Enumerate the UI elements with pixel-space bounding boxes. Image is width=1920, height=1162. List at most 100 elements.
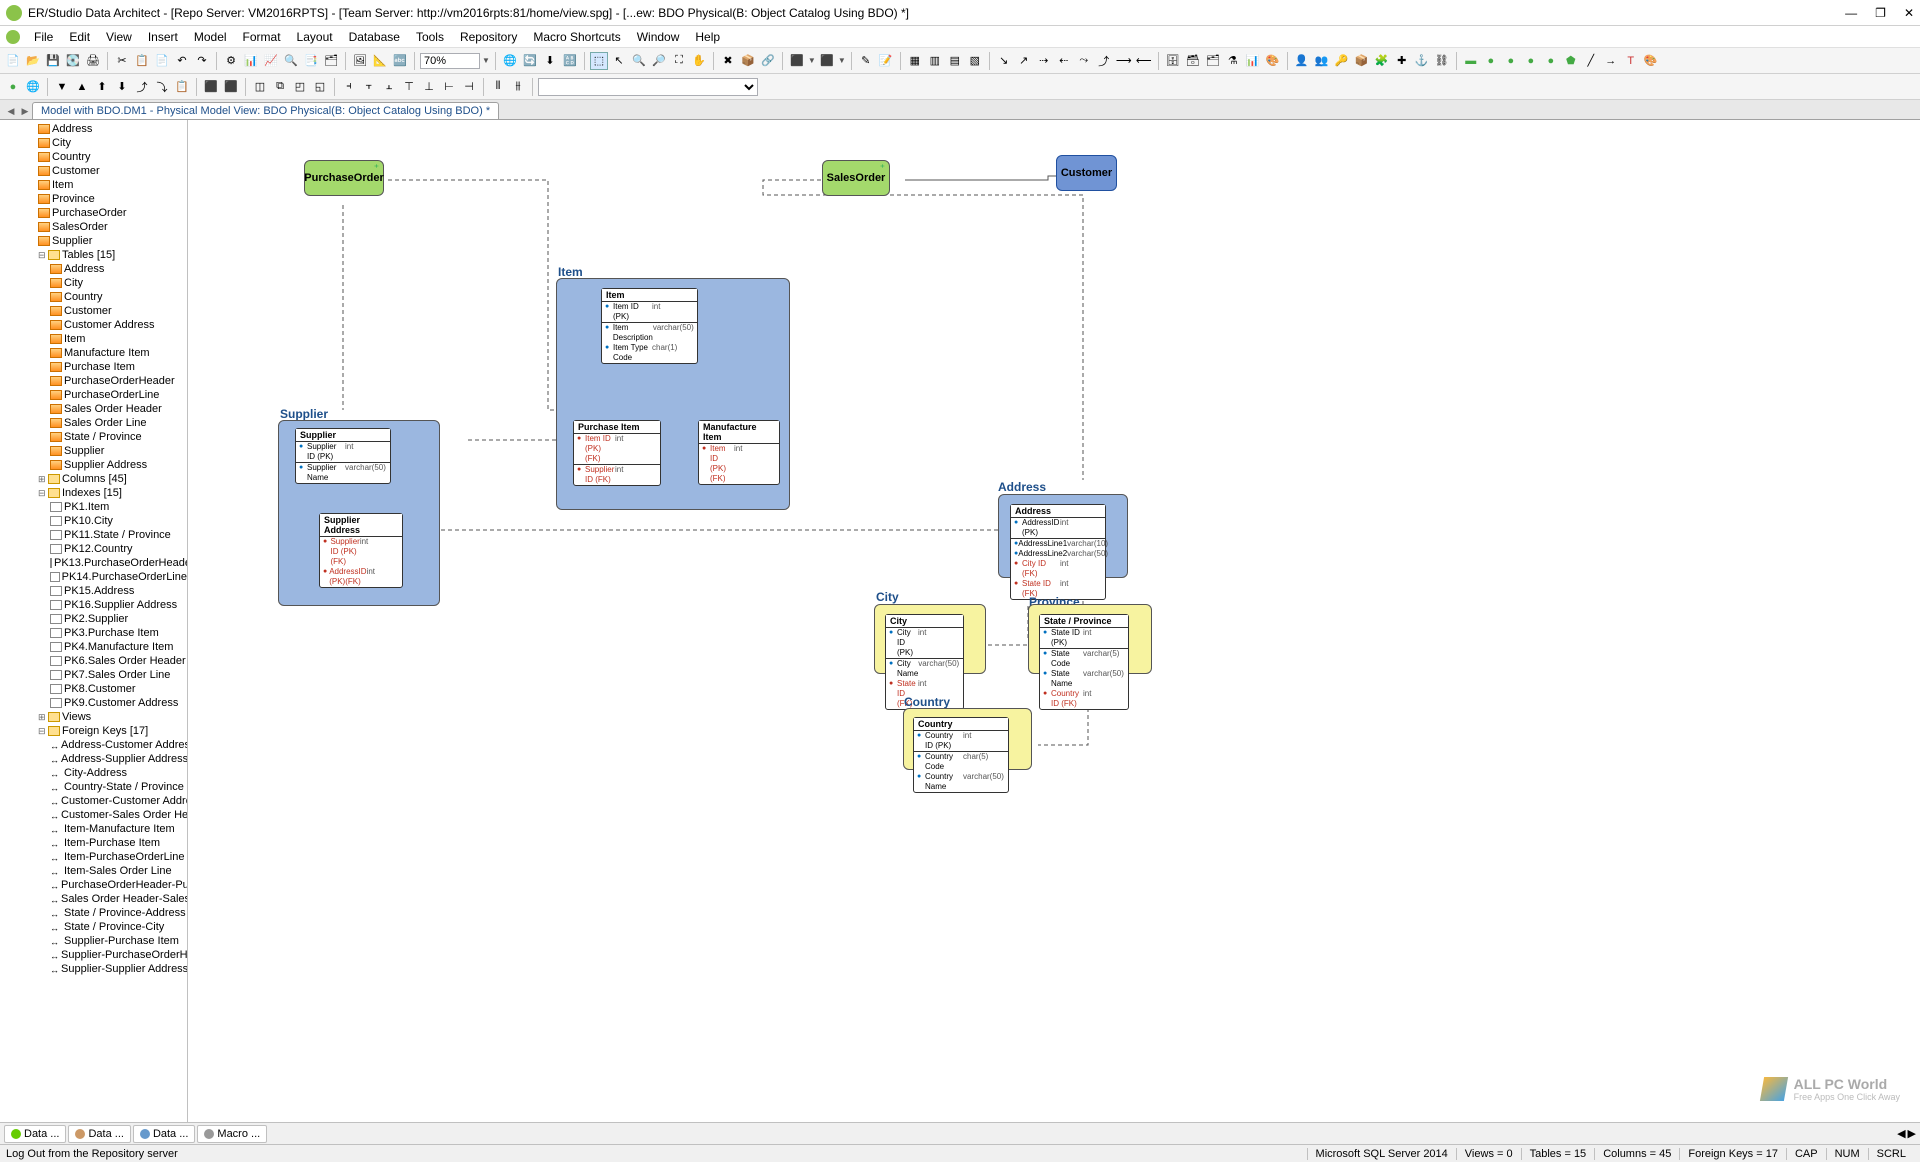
bottom-tab-data-1[interactable]: Data ... bbox=[4, 1125, 66, 1143]
tool-icon[interactable]: 🔗 bbox=[759, 52, 777, 70]
menu-model[interactable]: Model bbox=[188, 28, 233, 46]
refresh-icon[interactable]: 🔄 bbox=[521, 52, 539, 70]
tool-icon[interactable]: 🔑 bbox=[1333, 52, 1351, 70]
repo-icon[interactable]: ▼ bbox=[53, 78, 71, 96]
undo-icon[interactable]: ↶ bbox=[173, 52, 191, 70]
align-icon[interactable]: ⫟ bbox=[360, 78, 378, 96]
tree-item[interactable]: Supplier-Supplier Address bbox=[38, 962, 187, 976]
tree-item[interactable]: Customer-Sales Order Header bbox=[38, 808, 187, 822]
tool-icon[interactable]: 📊 bbox=[242, 52, 260, 70]
zoom-dropdown-icon[interactable]: ▼ bbox=[482, 56, 490, 65]
save-icon[interactable]: 💾 bbox=[44, 52, 62, 70]
repo-icon[interactable]: ⤴ bbox=[133, 78, 151, 96]
repo-icon[interactable]: 📋 bbox=[173, 78, 191, 96]
tree-item[interactable]: PK16.Supplier Address bbox=[38, 598, 187, 612]
align-icon[interactable]: ⊣ bbox=[460, 78, 478, 96]
entity-supplier-address[interactable]: Supplier Address ●Supplier ID (PK)(FK)in… bbox=[319, 513, 403, 588]
tree-item[interactable]: Address bbox=[38, 262, 187, 276]
bdo-customer[interactable]: Customer bbox=[1056, 155, 1117, 191]
shape-icon[interactable]: ● bbox=[1522, 52, 1540, 70]
bdo-purchase-order[interactable]: ⁺ PurchaseOrder bbox=[304, 160, 384, 196]
tool-icon[interactable]: ⚙ bbox=[222, 52, 240, 70]
open-icon[interactable]: 📂 bbox=[24, 52, 42, 70]
tool-icon[interactable]: 🗂 bbox=[322, 52, 340, 70]
globe-icon[interactable]: 🌐 bbox=[501, 52, 519, 70]
tree-item[interactable]: PurchaseOrder bbox=[38, 206, 187, 220]
shape-icon[interactable]: ⬟ bbox=[1562, 52, 1580, 70]
minimize-button[interactable]: — bbox=[1845, 6, 1857, 20]
relation-icon[interactable]: ⇢ bbox=[1035, 52, 1053, 70]
menu-insert[interactable]: Insert bbox=[142, 28, 184, 46]
tool-icon[interactable]: 🧩 bbox=[1373, 52, 1391, 70]
tool-icon[interactable]: 🔤 bbox=[391, 52, 409, 70]
tree-item[interactable]: City-Address bbox=[38, 766, 187, 780]
tab-prev-icon[interactable]: ◀ bbox=[4, 103, 18, 119]
tool-icon[interactable]: ✎ bbox=[857, 52, 875, 70]
tool-icon[interactable]: 🗃 bbox=[1184, 52, 1202, 70]
style-select[interactable] bbox=[538, 78, 758, 96]
new-icon[interactable]: 📄 bbox=[4, 52, 22, 70]
align-icon[interactable]: ⊥ bbox=[420, 78, 438, 96]
tool-icon[interactable]: 📈 bbox=[262, 52, 280, 70]
tool-icon[interactable]: ▤ bbox=[946, 52, 964, 70]
relation-icon[interactable]: ⟶ bbox=[1115, 52, 1133, 70]
tree-item[interactable]: PK14.PurchaseOrderLine bbox=[38, 570, 187, 584]
maximize-button[interactable]: ❐ bbox=[1875, 6, 1886, 20]
entity-supplier[interactable]: Supplier ●Supplier ID (PK)int●Supplier N… bbox=[295, 428, 391, 484]
tree-group-header[interactable]: ⊟Foreign Keys [17] bbox=[38, 724, 187, 738]
entity-address[interactable]: Address ●AddressID (PK)int●AddressLine1v… bbox=[1010, 504, 1106, 600]
tool-icon[interactable]: 🎨 bbox=[1264, 52, 1282, 70]
tool-icon[interactable]: ⛓ bbox=[1433, 52, 1451, 70]
tree-item[interactable]: PK8.Customer bbox=[38, 682, 187, 696]
tree-item[interactable]: Item bbox=[38, 332, 187, 346]
tree-item[interactable]: Supplier Address bbox=[38, 458, 187, 472]
diagram-canvas[interactable]: ⁺ PurchaseOrder ⁺ SalesOrder Customer It… bbox=[188, 120, 1920, 1122]
bdo-sales-order[interactable]: ⁺ SalesOrder bbox=[822, 160, 890, 196]
tree-item[interactable]: PK15.Address bbox=[38, 584, 187, 598]
repo-icon[interactable]: ⤵ bbox=[153, 78, 171, 96]
tree-item[interactable]: Supplier bbox=[38, 234, 187, 248]
tool-icon[interactable]: ▧ bbox=[966, 52, 984, 70]
tool-icon[interactable]: 👤 bbox=[1293, 52, 1311, 70]
pointer-icon[interactable]: ↖ bbox=[610, 52, 628, 70]
btab-next-icon[interactable]: ▶ bbox=[1908, 1127, 1916, 1140]
repo-icon[interactable]: ⬇ bbox=[113, 78, 131, 96]
tree-item[interactable]: State / Province bbox=[38, 430, 187, 444]
delete-icon[interactable]: ✖ bbox=[719, 52, 737, 70]
zoom-in-icon[interactable]: 🔍 bbox=[630, 52, 648, 70]
tree-item[interactable]: Sales Order Header bbox=[38, 402, 187, 416]
shape-icon[interactable]: ▬ bbox=[1462, 52, 1480, 70]
color-icon[interactable]: 🎨 bbox=[1642, 52, 1660, 70]
tool-icon[interactable]: 🗂 bbox=[1204, 52, 1222, 70]
tree-group-header[interactable]: ⊞Columns [45] bbox=[38, 472, 187, 486]
repo-icon[interactable]: ◰ bbox=[291, 78, 309, 96]
tree-item[interactable]: PK10.City bbox=[38, 514, 187, 528]
tree-group-header[interactable]: ⊟Tables [15] bbox=[38, 248, 187, 262]
menu-tools[interactable]: Tools bbox=[410, 28, 450, 46]
tree-item[interactable]: PurchaseOrderHeader bbox=[38, 374, 187, 388]
tree-item[interactable]: SalesOrder bbox=[38, 220, 187, 234]
arrow-icon[interactable]: → bbox=[1602, 52, 1620, 70]
menu-macro-shortcuts[interactable]: Macro Shortcuts bbox=[527, 28, 626, 46]
relation-icon[interactable]: ⤳ bbox=[1075, 52, 1093, 70]
tree-item[interactable]: Sales Order Line bbox=[38, 416, 187, 430]
tree-item[interactable]: Supplier-Purchase Item bbox=[38, 934, 187, 948]
tree-item[interactable]: Sales Order Header-Sales Ord bbox=[38, 892, 187, 906]
menu-window[interactable]: Window bbox=[631, 28, 686, 46]
tree-item[interactable]: PK6.Sales Order Header bbox=[38, 654, 187, 668]
tree-item[interactable]: Address-Customer Address bbox=[38, 738, 187, 752]
tool-icon[interactable]: 👥 bbox=[1313, 52, 1331, 70]
pan-icon[interactable]: ✋ bbox=[690, 52, 708, 70]
menu-format[interactable]: Format bbox=[237, 28, 287, 46]
tree-item[interactable]: PK2.Supplier bbox=[38, 612, 187, 626]
tool-icon[interactable]: ⬛ bbox=[788, 52, 806, 70]
repo-icon[interactable]: ⬆ bbox=[93, 78, 111, 96]
distribute-icon[interactable]: ⫴ bbox=[489, 78, 507, 96]
relation-icon[interactable]: ↗ bbox=[1015, 52, 1033, 70]
tree-item[interactable]: Customer bbox=[38, 164, 187, 178]
shape-icon[interactable]: ● bbox=[1502, 52, 1520, 70]
close-button[interactable]: ✕ bbox=[1904, 6, 1914, 20]
shape-icon[interactable]: ● bbox=[1482, 52, 1500, 70]
bottom-tab-data-2[interactable]: Data ... bbox=[68, 1125, 130, 1143]
select-tool-icon[interactable]: ⬚ bbox=[590, 52, 608, 70]
